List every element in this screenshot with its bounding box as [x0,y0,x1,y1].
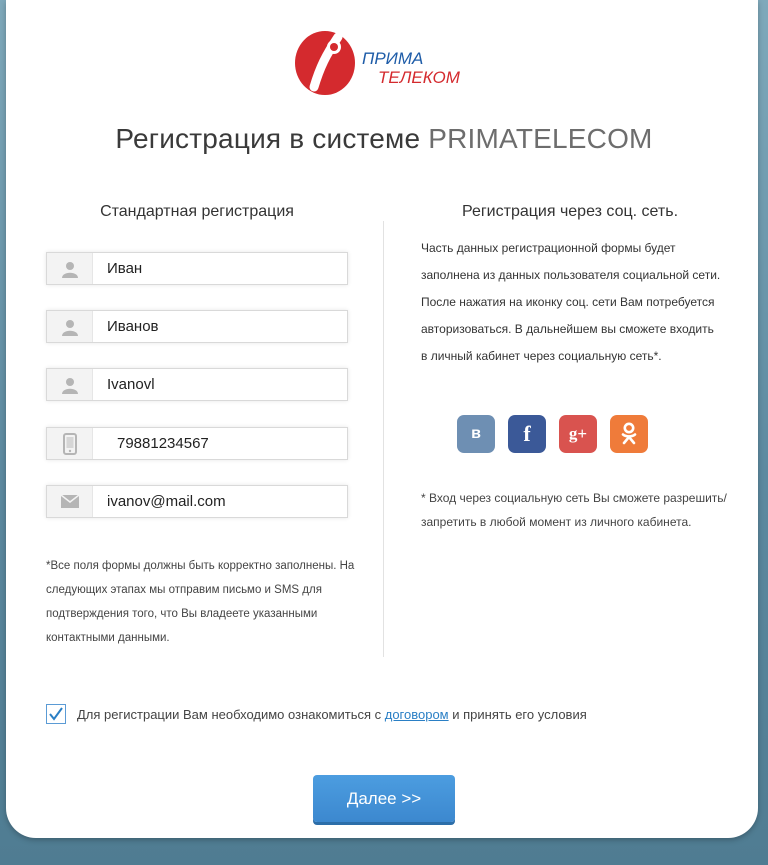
last-name-field [46,310,348,343]
google-plus-glyph: g+ [568,424,588,443]
next-button[interactable]: Далее >> [313,775,455,822]
user-icon [47,311,93,342]
facebook-icon[interactable]: f [508,415,546,453]
agreement-checkbox[interactable] [46,704,66,724]
odnoklassniki-icon[interactable] [610,415,648,453]
agreement-text: Для регистрации Вам необходимо ознакомит… [77,707,587,722]
form-note: *Все поля формы должны быть корректно за… [46,560,355,644]
google-plus-icon[interactable]: g+ [559,415,597,453]
social-description: Часть данных регистрационной формы будет… [421,241,721,363]
last-name-input[interactable] [107,311,342,342]
agreement-text-after: и принять его условия [448,707,587,722]
phone-icon [47,428,93,459]
vk-icon[interactable]: в [457,415,495,453]
checkmark-icon [49,707,63,721]
first-name-input[interactable] [107,253,342,284]
logo-line1: ПРИМА [362,49,423,68]
social-note: * Вход через социальную сеть Вы сможете … [421,491,727,529]
email-input[interactable] [107,486,342,517]
phone-field [46,427,352,460]
first-name-field [46,252,348,285]
page-title-main: Регистрация в системе [115,123,429,154]
logo-line2: ТЕЛЕКОМ [378,68,461,87]
login-input[interactable] [107,369,342,400]
mail-icon [47,486,93,517]
vk-glyph: в [471,425,481,442]
login-field [46,368,348,401]
social-registration-title: Регистрация через соц. сеть. [461,203,679,220]
standard-registration-title: Стандартная регистрация [100,203,294,220]
column-divider [383,221,384,657]
page-title: Регистрация в системе PRIMATELECOM [0,123,768,155]
facebook-glyph: f [523,421,531,446]
user-icon [47,369,93,400]
logo: ПРИМА ТЕЛЕКОМ [292,27,482,99]
email-field [46,485,348,518]
odnoklassniki-glyph [621,422,637,445]
page-title-brand: PRIMATELECOM [428,123,653,154]
phone-input[interactable] [117,428,352,459]
agreement-text-before: Для регистрации Вам необходимо ознакомит… [77,707,385,722]
contract-link[interactable]: договором [385,707,449,722]
user-icon [47,253,93,284]
